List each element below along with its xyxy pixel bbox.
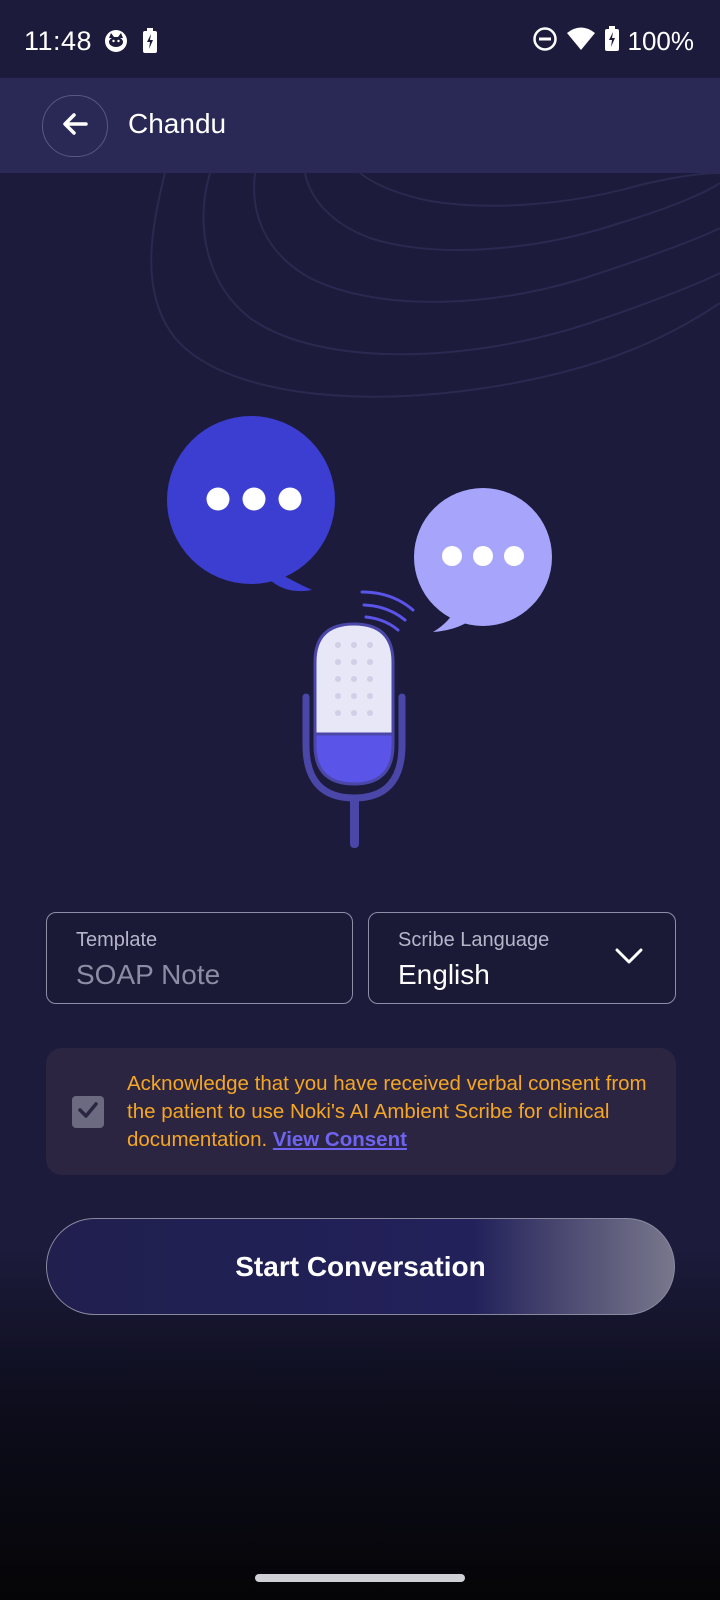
consent-text: Acknowledge that you have received verba…	[127, 1070, 647, 1154]
scribe-language-label: Scribe Language	[398, 929, 550, 951]
wifi-icon	[566, 27, 596, 56]
check-icon	[77, 1101, 99, 1124]
view-consent-link[interactable]: View Consent	[273, 1128, 407, 1151]
consent-checkbox[interactable]	[72, 1096, 104, 1128]
page-title: Chandu	[128, 108, 227, 139]
background-contours	[150, 173, 720, 398]
cat-notification-icon	[104, 29, 128, 58]
start-conversation-label: Start Conversation	[235, 1250, 486, 1282]
status-bar: 11:48 100%	[0, 0, 720, 78]
status-left-icons	[104, 28, 158, 59]
app-header: Chandu	[0, 78, 720, 173]
back-button[interactable]	[42, 95, 108, 157]
home-indicator[interactable]	[255, 1574, 465, 1582]
do-not-disturb-icon	[532, 26, 558, 57]
consent-card: Acknowledge that you have received verba…	[46, 1048, 676, 1175]
scribe-language-dropdown[interactable]: Scribe Language English	[368, 912, 676, 1004]
template-field[interactable]: Template SOAP Note	[46, 912, 353, 1004]
status-time: 11:48	[24, 26, 93, 56]
template-value: SOAP Note	[76, 959, 221, 990]
status-right: 100%	[532, 26, 695, 57]
chat-bubble-icon	[167, 416, 335, 592]
template-label: Template	[76, 929, 158, 951]
microphone-icon	[302, 590, 415, 848]
arrow-left-icon	[61, 111, 89, 142]
start-conversation-button[interactable]: Start Conversation	[46, 1218, 675, 1315]
battery-percent: 100%	[627, 26, 695, 56]
conversation-illustration	[167, 416, 552, 848]
chevron-down-icon	[615, 947, 643, 970]
scribe-language-value: English	[398, 959, 490, 990]
chat-bubble-icon	[414, 488, 552, 632]
battery-charging-icon	[604, 26, 620, 57]
battery-saver-icon	[142, 28, 158, 59]
